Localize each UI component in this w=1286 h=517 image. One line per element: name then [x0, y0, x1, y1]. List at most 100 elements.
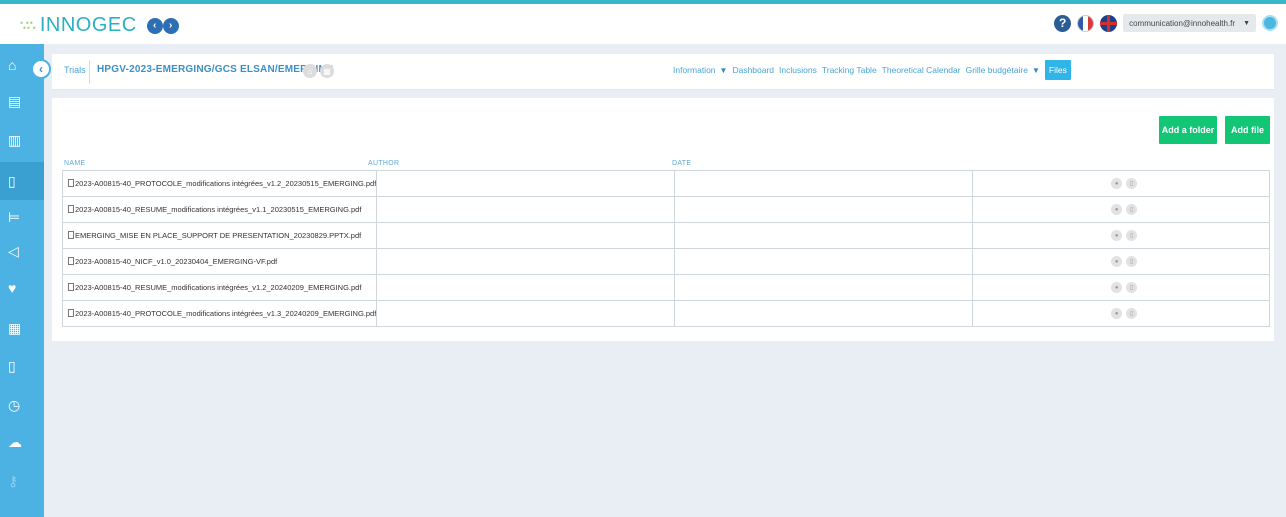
- sidebar-item-history[interactable]: ◷: [0, 388, 44, 422]
- date-cell: [674, 196, 974, 223]
- sidebar-item-calculator[interactable]: ▤: [0, 84, 44, 118]
- logo-mark-icon: ∵∴: [20, 17, 36, 33]
- sidebar-item-buildings[interactable]: ▥: [0, 123, 44, 157]
- add-folder-button[interactable]: Add a folder: [1159, 116, 1217, 144]
- file-icon: [68, 205, 74, 213]
- trash-icon[interactable]: ▯: [1126, 178, 1138, 189]
- hospital-badge-icon[interactable]: ▦: [320, 64, 334, 78]
- user-email: communication@innohealth.fr: [1129, 18, 1236, 28]
- top-right-controls: ? communication@innohealth.fr ▼: [1054, 14, 1278, 32]
- actions-cell: ● ▯: [972, 248, 1270, 275]
- author-cell: [376, 170, 676, 197]
- user-icon[interactable]: [1262, 15, 1278, 31]
- file-icon: [68, 179, 74, 187]
- home-badge-icon[interactable]: ⌂: [303, 64, 317, 78]
- view-icon[interactable]: ●: [1111, 178, 1123, 189]
- author-cell: [376, 300, 676, 327]
- logo-text: INNOGEC: [39, 14, 137, 36]
- table-row[interactable]: EMERGING_MISE EN PLACE_SUPPORT DE PRESEN…: [61, 222, 1270, 249]
- file-icon: [68, 231, 74, 239]
- trial-nav: Information ▼ Dashboard Inclusions Tracki…: [673, 60, 1071, 80]
- chevron-left-icon: ‹: [39, 62, 43, 76]
- buildings-icon: ▥: [8, 131, 22, 148]
- megaphone-icon: ◁: [8, 242, 19, 259]
- sidebar-item-announcements[interactable]: ◁: [0, 234, 44, 268]
- cloud-upload-icon: ☁: [8, 433, 22, 450]
- trash-icon[interactable]: ▯: [1126, 308, 1138, 319]
- view-icon[interactable]: ●: [1111, 230, 1123, 241]
- flag-uk-icon[interactable]: [1100, 14, 1118, 32]
- sidebar-item-upload[interactable]: ☁: [0, 425, 44, 459]
- view-icon[interactable]: ●: [1111, 256, 1123, 267]
- file-name-cell[interactable]: 2023-A00815-40_RESUME_modifications inté…: [61, 274, 378, 301]
- tab-information-label: Information: [673, 65, 716, 75]
- table-row[interactable]: 2023-A00815-40_RESUME_modifications inté…: [61, 196, 1270, 223]
- chevron-down-icon: ▼: [1243, 19, 1250, 27]
- date-cell: [674, 300, 974, 327]
- calculator-icon: ▤: [8, 92, 22, 109]
- app-logo[interactable]: ∵∴ INNOGEC ‹ ›: [20, 14, 179, 37]
- table-row[interactable]: 2023-A00815-40_PROTOCOLE_modifications i…: [61, 300, 1270, 327]
- sidebar-collapse-button[interactable]: ‹: [31, 59, 51, 79]
- breadcrumb: Trials HPGV-2023-EMERGING/GCS ELSAN/EMER…: [52, 54, 1274, 90]
- tab-grille-budgetaire[interactable]: Grille budgétaire ▼: [966, 65, 1040, 75]
- file-name[interactable]: 2023-A00815-40_RESUME_modifications inté…: [75, 205, 361, 214]
- table-row[interactable]: 2023-A00815-40_RESUME_modifications inté…: [61, 274, 1270, 301]
- tab-theoretical-calendar[interactable]: Theoretical Calendar: [882, 65, 961, 75]
- file-name[interactable]: 2023-A00815-40_PROTOCOLE_modifications i…: [75, 179, 376, 188]
- actions-cell: ● ▯: [972, 300, 1270, 327]
- sidebar-item-keys[interactable]: ⚷: [0, 464, 44, 498]
- user-account-dropdown[interactable]: communication@innohealth.fr ▼: [1123, 14, 1256, 32]
- sidebar-item-trials[interactable]: ▯: [0, 162, 44, 200]
- logo-arrows: ‹ ›: [146, 17, 179, 34]
- sidebar-item-bed[interactable]: ⊨: [0, 200, 44, 234]
- sidebar-item-grid[interactable]: ▦: [0, 311, 44, 345]
- column-header-name[interactable]: NAME: [64, 160, 85, 167]
- view-icon[interactable]: ●: [1111, 282, 1123, 293]
- actions-cell: ● ▯: [972, 196, 1270, 223]
- file-name-cell[interactable]: 2023-A00815-40_PROTOCOLE_modifications i…: [61, 300, 378, 327]
- author-cell: [376, 274, 676, 301]
- trash-icon[interactable]: ▯: [1126, 230, 1138, 241]
- add-file-button[interactable]: Add file: [1225, 116, 1270, 144]
- files-panel: Add a folder Add file NAME AUTHOR DATE 2…: [52, 98, 1274, 341]
- breadcrumb-trials-link[interactable]: Trials: [64, 65, 86, 75]
- help-icon[interactable]: ?: [1054, 14, 1072, 32]
- column-header-author[interactable]: AUTHOR: [368, 160, 399, 167]
- sidebar-item-export[interactable]: ▯: [0, 349, 44, 383]
- home-icon: ⌂: [8, 57, 17, 73]
- view-icon[interactable]: ●: [1111, 204, 1123, 215]
- file-icon: [68, 257, 74, 265]
- file-name-cell[interactable]: 2023-A00815-40_RESUME_modifications inté…: [61, 196, 378, 223]
- tab-tracking-table[interactable]: Tracking Table: [822, 65, 877, 75]
- file-name-cell[interactable]: 2023-A00815-40_PROTOCOLE_modifications i…: [61, 170, 378, 197]
- actions-cell: ● ▯: [972, 222, 1270, 249]
- view-icon[interactable]: ●: [1111, 308, 1123, 319]
- file-name[interactable]: EMERGING_MISE EN PLACE_SUPPORT DE PRESEN…: [75, 231, 361, 240]
- top-bar: ∵∴ INNOGEC ‹ › ? communication@innohealt…: [0, 4, 1286, 44]
- date-cell: [674, 274, 974, 301]
- column-header-date[interactable]: DATE: [672, 160, 691, 167]
- page-title: HPGV-2023-EMERGING/GCS ELSAN/EMERGING: [97, 64, 334, 75]
- file-name[interactable]: 2023-A00815-40_RESUME_modifications inté…: [75, 283, 361, 292]
- tab-dashboard[interactable]: Dashboard: [732, 65, 774, 75]
- heart-icon: ♥: [8, 280, 17, 296]
- flag-fr-icon[interactable]: [1077, 14, 1095, 32]
- tab-grille-label: Grille budgétaire: [965, 65, 1028, 75]
- trash-icon[interactable]: ▯: [1126, 204, 1138, 215]
- trash-icon[interactable]: ▯: [1126, 282, 1138, 293]
- file-name[interactable]: 2023-A00815-40_PROTOCOLE_modifications i…: [75, 309, 376, 318]
- file-name-cell[interactable]: 2023-A00815-40_NICF_v1.0_20230404_EMERGI…: [61, 248, 378, 275]
- tab-inclusions[interactable]: Inclusions: [779, 65, 817, 75]
- sidebar: ⌂ ▤ ▥ ▯ ⊨ ◁ ♥ ▦ ▯ ◷ ☁ ⚷ ‹: [0, 44, 51, 517]
- trash-icon[interactable]: ▯: [1126, 256, 1138, 267]
- file-name-cell[interactable]: EMERGING_MISE EN PLACE_SUPPORT DE PRESEN…: [61, 222, 378, 249]
- sidebar-item-health[interactable]: ♥: [0, 271, 44, 305]
- tab-information[interactable]: Information ▼: [673, 65, 727, 75]
- file-name[interactable]: 2023-A00815-40_NICF_v1.0_20230404_EMERGI…: [75, 257, 277, 266]
- date-cell: [674, 248, 974, 275]
- author-cell: [376, 196, 676, 223]
- tab-files[interactable]: Files: [1044, 60, 1071, 80]
- table-row[interactable]: 2023-A00815-40_PROTOCOLE_modifications i…: [61, 170, 1270, 197]
- table-row[interactable]: 2023-A00815-40_NICF_v1.0_20230404_EMERGI…: [61, 248, 1270, 275]
